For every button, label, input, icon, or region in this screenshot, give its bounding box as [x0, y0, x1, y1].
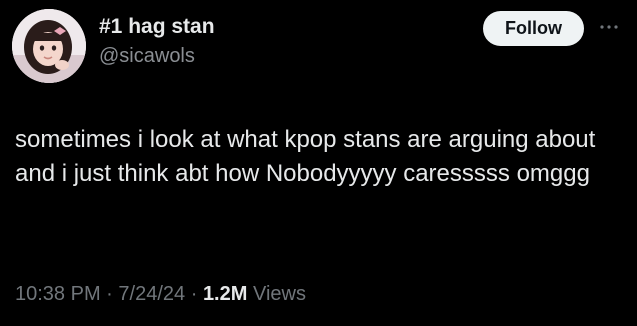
tweet-time[interactable]: 10:38 PM [15, 283, 101, 305]
tweet-text: sometimes i look at what kpop stans are … [15, 126, 596, 187]
avatar-image [12, 9, 86, 83]
meta-separator: · [106, 283, 113, 305]
follow-button[interactable]: Follow [483, 11, 584, 46]
tweet-card: #1 hag stan @sicawols Follow sometimes i… [0, 0, 637, 326]
display-name[interactable]: #1 hag stan [99, 14, 215, 40]
handle[interactable]: @sicawols [99, 43, 215, 69]
tweet-date[interactable]: 7/24/24 [118, 283, 185, 305]
avatar[interactable] [12, 9, 86, 83]
views-label: Views [252, 283, 306, 305]
meta-separator: · [190, 283, 198, 305]
views-count: 1.2M [202, 283, 248, 305]
author-info: #1 hag stan @sicawols [99, 14, 215, 69]
more-horizontal-icon[interactable] [596, 20, 622, 34]
tweet-meta: 10:38 PM · 7/24/24 · 1.2M Views [15, 281, 306, 307]
